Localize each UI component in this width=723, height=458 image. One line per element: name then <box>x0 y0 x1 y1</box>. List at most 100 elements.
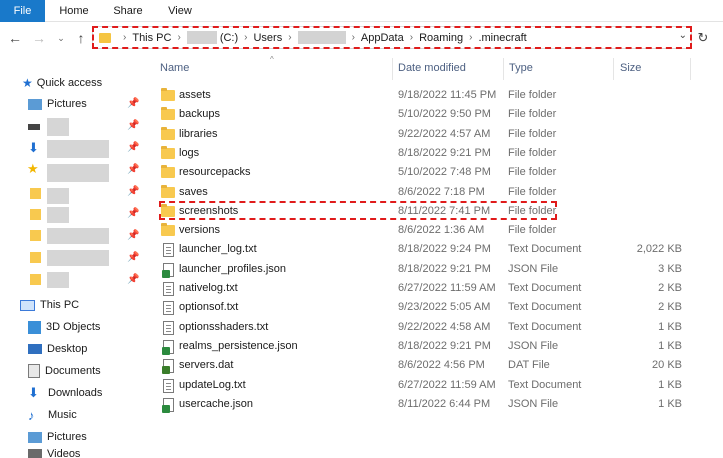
redacted-item <box>47 164 109 182</box>
folder-icon <box>161 107 175 121</box>
recent-locations-chevron-icon[interactable]: ⌄ <box>52 28 70 48</box>
file-date-modified: 8/6/2022 4:56 PM <box>398 359 485 372</box>
file-row[interactable]: updateLog.txt 6/27/2022 11:59 AM Text Docu… <box>155 376 695 395</box>
file-type: File folder <box>508 166 557 179</box>
nav-quick-access-label: Quick access <box>36 77 103 89</box>
navigation-pane: ★ Quick access Pictures 📌 ⬇ ★ 📌 📌 📌 📌 📌 … <box>0 60 143 458</box>
column-divider[interactable] <box>503 58 504 80</box>
nav-3d-objects-label: 3D Objects <box>46 321 101 333</box>
file-row[interactable]: realms_persistence.json 8/18/2022 9:21 PM… <box>155 337 695 356</box>
file-type: Text Document <box>508 282 582 294</box>
pin-icon[interactable]: 📌 <box>127 98 139 109</box>
file-row[interactable]: resourcepacks 5/10/2022 7:48 PM File folde… <box>155 163 695 182</box>
nav-pictures-pinned[interactable]: Pictures <box>28 94 171 114</box>
pin-icon[interactable]: 📌 <box>127 164 139 175</box>
column-divider[interactable] <box>392 58 393 80</box>
file-row[interactable]: launcher_log.txt 8/18/2022 9:24 PM Text Do… <box>155 240 695 259</box>
tab-share[interactable]: Share <box>105 0 151 22</box>
sort-ascending-icon: ^ <box>270 55 274 64</box>
folder-icon <box>30 252 41 263</box>
screenshots-highlight-box <box>159 201 557 220</box>
file-type: File folder <box>508 146 557 159</box>
file-name: versions <box>179 224 220 237</box>
file-date-modified: 5/10/2022 7:48 PM <box>398 166 491 179</box>
folder-icon <box>161 184 175 198</box>
file-name: launcher_log.txt <box>179 243 257 256</box>
text-document-icon <box>163 378 174 393</box>
nav-videos-label: Videos <box>47 449 81 458</box>
tab-home[interactable]: Home <box>53 0 95 22</box>
back-arrow-icon[interactable]: ← <box>6 28 24 48</box>
column-header-name[interactable]: Name <box>160 62 189 78</box>
nav-pictures[interactable]: Pictures <box>28 427 171 447</box>
file-date-modified: 9/22/2022 4:57 AM <box>398 127 491 140</box>
tab-view[interactable]: View <box>160 0 200 22</box>
redacted-item <box>47 272 69 288</box>
file-row[interactable]: optionsof.txt 9/23/2022 5:05 AM Text Docum… <box>155 298 695 317</box>
file-name: usercache.json <box>179 397 253 410</box>
file-row[interactable]: launcher_profiles.json 8/18/2022 9:21 PM J… <box>155 260 695 279</box>
column-header-date[interactable]: Date modified <box>398 62 466 78</box>
column-divider[interactable] <box>690 58 691 80</box>
star-icon: ★ <box>27 161 39 176</box>
nav-desktop[interactable]: Desktop <box>28 339 171 359</box>
pin-icon[interactable]: 📌 <box>127 142 139 153</box>
nav-pictures-label: Pictures <box>47 98 87 110</box>
file-type: File folder <box>508 89 557 101</box>
nav-downloads[interactable]: ⬇ Downloads <box>28 383 171 403</box>
file-row[interactable]: assets 9/18/2022 11:45 PM File folder <box>155 86 695 105</box>
column-header-type[interactable]: Type <box>509 62 533 78</box>
file-name: resourcepacks <box>179 166 251 179</box>
file-row[interactable]: saves 8/6/2022 7:18 PM File folder <box>155 183 695 202</box>
file-type: JSON File <box>508 262 559 275</box>
column-divider[interactable] <box>613 58 614 80</box>
folder-icon <box>30 188 41 199</box>
file-type: Text Document <box>508 301 582 314</box>
file-type: JSON File <box>508 339 559 352</box>
refresh-icon[interactable]: ↻ <box>694 28 712 48</box>
pin-icon[interactable]: 📌 <box>127 208 139 219</box>
file-date-modified: 8/18/2022 9:24 PM <box>398 243 491 256</box>
file-row[interactable]: usercache.json 8/11/2022 6:44 PM JSON File… <box>155 395 695 414</box>
pin-icon[interactable]: 📌 <box>127 274 139 285</box>
column-header-size[interactable]: Size <box>620 62 641 78</box>
downloads-icon: ⬇ <box>28 385 39 400</box>
text-document-icon <box>163 282 174 296</box>
file-date-modified: 8/6/2022 1:36 AM <box>398 224 485 237</box>
nav-pictures-label: Pictures <box>47 431 87 443</box>
file-type: File folder <box>508 224 557 237</box>
nav-quick-access[interactable]: ★ Quick access <box>22 73 165 93</box>
pin-icon[interactable]: 📌 <box>127 186 139 197</box>
file-row[interactable]: logs 8/18/2022 9:21 PM File folder <box>155 144 695 163</box>
file-size: 2 KB <box>658 301 682 314</box>
nav-documents[interactable]: Documents <box>28 361 171 381</box>
pin-icon[interactable]: 📌 <box>127 230 139 241</box>
file-name: saves <box>179 185 208 198</box>
up-arrow-icon[interactable]: ↑ <box>72 28 90 48</box>
file-row[interactable]: backups 5/10/2022 9:50 PM File folder <box>155 105 695 124</box>
nav-3d-objects[interactable]: 3D Objects <box>28 317 171 337</box>
file-size: 1 KB <box>658 397 682 410</box>
text-document-icon <box>163 301 174 316</box>
address-highlight-box <box>92 26 692 49</box>
forward-arrow-icon[interactable]: → <box>30 28 48 48</box>
nav-music[interactable]: ♪ Music <box>28 405 171 425</box>
file-row[interactable]: servers.dat 8/6/2022 4:56 PM DAT File 20 KB <box>155 356 695 375</box>
dat-file-icon <box>162 359 174 375</box>
file-row[interactable]: libraries 9/22/2022 4:57 AM File folder <box>155 125 695 144</box>
nav-videos[interactable]: Videos <box>28 449 171 458</box>
file-size: 1 KB <box>658 339 682 352</box>
drive-icon <box>28 124 40 130</box>
nav-this-pc[interactable]: This PC <box>20 295 163 315</box>
file-date-modified: 6/27/2022 11:59 AM <box>398 282 496 294</box>
file-type: Text Document <box>508 320 582 333</box>
tab-file[interactable]: File <box>0 0 45 22</box>
folder-icon <box>161 126 175 140</box>
pin-icon[interactable]: 📌 <box>127 252 139 263</box>
file-date-modified: 9/23/2022 5:05 AM <box>398 301 491 314</box>
pin-icon[interactable]: 📌 <box>127 120 139 131</box>
file-row[interactable]: optionsshaders.txt 9/22/2022 4:58 AM Text … <box>155 318 695 337</box>
pictures-icon <box>28 98 42 110</box>
file-row[interactable]: nativelog.txt 6/27/2022 11:59 AM Text Docu… <box>155 279 695 298</box>
file-row[interactable]: versions 8/6/2022 1:36 AM File folder <box>155 221 695 240</box>
